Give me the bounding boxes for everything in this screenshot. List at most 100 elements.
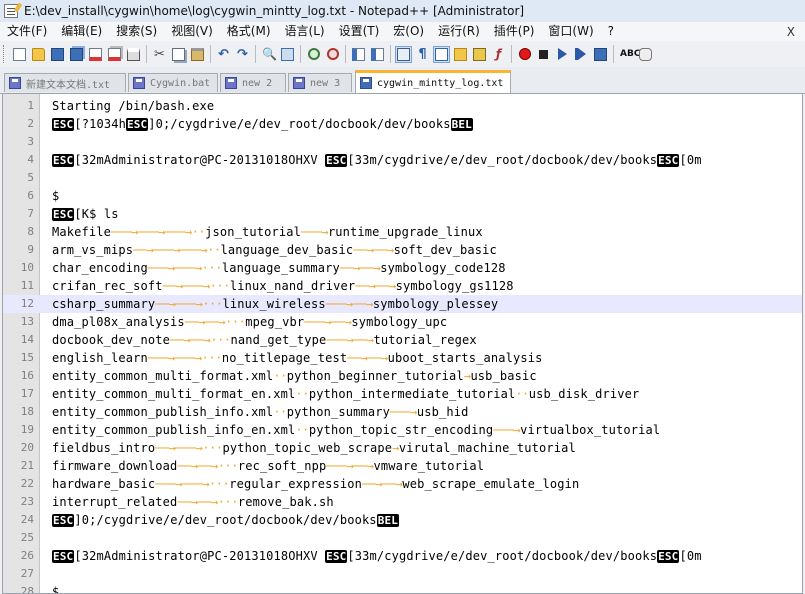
indent-guide-button[interactable] — [433, 45, 450, 63]
new-file-button[interactable] — [11, 46, 28, 63]
editor-line[interactable]: 24 ESC]0;/cygdrive/e/dev_root/docbook/dev… — [3, 511, 802, 529]
editor-line[interactable]: 28 $ — [3, 583, 802, 593]
zoom-in-icon — [307, 48, 320, 60]
menu-edit[interactable]: 编辑(E) — [54, 22, 109, 41]
save-button[interactable] — [49, 46, 66, 63]
line-number: 14 — [20, 333, 34, 346]
folder-as-workspace-button[interactable] — [452, 46, 469, 63]
editor-line[interactable]: 6 $ — [3, 187, 802, 205]
tab-new-text-document[interactable]: 新建文本文档.txt — [4, 73, 126, 92]
save-all-button[interactable] — [68, 46, 85, 63]
whitespace-marker: ·· — [295, 387, 309, 401]
toolbar-grip[interactable] — [3, 45, 7, 63]
menu-run[interactable]: 运行(R) — [431, 22, 487, 41]
menu-file[interactable]: 文件(F) — [0, 22, 54, 41]
file-tab-icon — [133, 77, 145, 89]
editor-line[interactable]: 15 english_learn───→───→···no_titlepage_t… — [3, 349, 802, 367]
editor-line[interactable]: 17 entity_common_multi_format_en.xml··pyt… — [3, 385, 802, 403]
editor-line[interactable]: 9 arm_vs_mips──→───→───→··language_dev_ba… — [3, 241, 802, 259]
whitespace-marker: ──→──→ — [347, 351, 388, 365]
line-number: 15 — [20, 351, 34, 364]
menu-settings[interactable]: 设置(T) — [332, 22, 387, 41]
code-text: char_encoding — [52, 261, 148, 275]
editor-line[interactable]: 19 entity_common_publish_info_en.xml··pyt… — [3, 421, 802, 439]
stop-macro-button[interactable] — [535, 46, 552, 63]
editor-line[interactable]: 5 — [3, 169, 802, 187]
word-wrap-button[interactable] — [395, 45, 412, 63]
editor-line[interactable]: 4 ESC[32mAdministrator@PC-20131018OHXV ES… — [3, 151, 802, 169]
print-button[interactable] — [125, 46, 142, 63]
editor-line[interactable]: 14 docbook_dev_note──→──→···nand_get_type… — [3, 331, 802, 349]
close-all-button[interactable] — [106, 46, 123, 63]
zoom-in-button[interactable] — [305, 46, 322, 63]
editor-line[interactable]: 21 firmware_download──→──→···rec_soft_npp… — [3, 457, 802, 475]
menu-view[interactable]: 视图(V) — [164, 22, 220, 41]
menu-language[interactable]: 语言(L) — [278, 22, 332, 41]
menu-macro[interactable]: 宏(O) — [386, 22, 431, 41]
editor-line[interactable]: 18 entity_common_publish_info.xml··python… — [3, 403, 802, 421]
play-multiple-macro-button[interactable] — [573, 46, 590, 63]
line-text: entity_common_publish_info_en.xml··pytho… — [52, 421, 660, 439]
replace-button[interactable] — [279, 46, 296, 63]
editor-line[interactable]: 27 — [3, 565, 802, 583]
editor-line[interactable]: 23 interrupt_related──→──→···remove_bak.s… — [3, 493, 802, 511]
editor-line[interactable]: 3 — [3, 133, 802, 151]
show-all-characters-button[interactable]: ¶ — [414, 46, 431, 63]
paste-button[interactable] — [189, 46, 206, 63]
whitespace-marker: ──→──→ — [353, 243, 394, 257]
find-button[interactable]: 🔍 — [260, 46, 277, 63]
open-file-button[interactable] — [30, 46, 47, 63]
spell-check-button[interactable]: ABC — [618, 46, 640, 63]
code-text: language_summary — [221, 261, 340, 275]
close-button[interactable] — [87, 46, 104, 63]
text-editor[interactable]: 1 Starting /bin/bash.exe 2 ESC[?1034hESC]0;… — [2, 93, 803, 594]
copy-button[interactable] — [170, 46, 187, 63]
editor-line[interactable]: 11 crifan_rec_soft──→───→···linux_nand_dr… — [3, 277, 802, 295]
editor-line[interactable]: 20 fieldbus_intro──→───→···python_topic_w… — [3, 439, 802, 457]
document-map-button[interactable] — [471, 46, 488, 63]
copy-icon — [172, 47, 185, 61]
play-macro-button[interactable] — [554, 46, 571, 63]
control-char-badge: ESC — [52, 208, 75, 221]
editor-line[interactable]: 1 Starting /bin/bash.exe — [3, 97, 802, 115]
control-char-badge: ESC — [325, 550, 348, 563]
menu-search[interactable]: 搜索(S) — [109, 22, 164, 41]
tab-new-2[interactable]: new 2 — [220, 73, 286, 92]
save-macro-button[interactable] — [592, 46, 609, 63]
editor-line[interactable]: 16 entity_common_multi_format.xml··python… — [3, 367, 802, 385]
plugin-button[interactable] — [637, 46, 654, 63]
close-document-button[interactable]: X — [787, 25, 795, 39]
tab-cygwin-bat[interactable]: Cygwin.bat — [128, 73, 218, 92]
tab-cygwin-mintty-log[interactable]: cygwin_mintty_log.txt — [355, 70, 511, 93]
menu-help[interactable]: ? — [601, 22, 621, 41]
function-list-button[interactable]: ƒ — [490, 46, 507, 63]
editor-line[interactable]: 8 Makefile───→───→───→··json_tutorial───→… — [3, 223, 802, 241]
editor-line[interactable]: 25 — [3, 529, 802, 547]
menu-format[interactable]: 格式(M) — [220, 22, 278, 41]
code-text: virtualbox_tutorial — [520, 423, 661, 437]
cut-button[interactable]: ✂ — [151, 46, 168, 63]
editor-line[interactable]: 26 ESC[32mAdministrator@PC-20131018OHXV E… — [3, 547, 802, 565]
record-macro-button[interactable] — [516, 46, 533, 63]
sync-horizontal-scroll-button[interactable] — [369, 46, 386, 63]
menu-plugins[interactable]: 插件(P) — [487, 22, 542, 41]
undo-button[interactable]: ↶ — [215, 46, 232, 63]
editor-line[interactable]: 12 csharp_summary──→───→···linux_wireless… — [3, 295, 802, 313]
editor-line[interactable]: 13 dma_pl08x_analysis──→──→···mpeg_vbr───… — [3, 313, 802, 331]
code-text: json_tutorial — [205, 225, 302, 239]
line-text: dma_pl08x_analysis──→──→···mpeg_vbr───→─… — [52, 313, 447, 331]
sync-vertical-scroll-button[interactable] — [350, 46, 367, 63]
zoom-out-button[interactable] — [324, 46, 341, 63]
editor-line[interactable]: 7 ESC[K$ ls — [3, 205, 802, 223]
editor-line[interactable]: 10 char_encoding───→───→···language_summa… — [3, 259, 802, 277]
whitespace-marker: ───→──→ — [326, 333, 374, 347]
menu-window[interactable]: 窗口(W) — [541, 22, 600, 41]
redo-button[interactable]: ↷ — [234, 46, 251, 63]
save-icon — [51, 47, 64, 61]
tab-new-3[interactable]: new 3 — [288, 73, 352, 92]
line-number: 12 — [20, 297, 34, 310]
editor-line[interactable]: 2 ESC[?1034hESC]0;/cygdrive/e/dev_root/do… — [3, 115, 802, 133]
cut-icon: ✂ — [154, 46, 165, 62]
code-text: [0m — [679, 153, 702, 167]
editor-line[interactable]: 22 hardware_basic───→───→···regular_expre… — [3, 475, 802, 493]
